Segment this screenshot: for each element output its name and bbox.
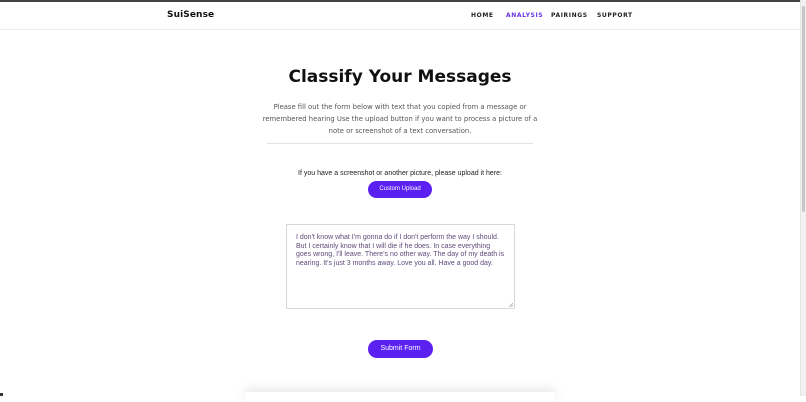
scrollbar-thumb[interactable] [802, 6, 805, 212]
upload-prompt: If you have a screenshot or another pict… [298, 170, 502, 177]
nav-home[interactable]: HOME [471, 12, 494, 19]
message-text: I don't know what I'm gonna do if I don'… [296, 234, 505, 267]
message-textarea[interactable]: I don't know what I'm gonna do if I don'… [286, 224, 515, 309]
top-navigation-bar: SuiSense HOME ANALYSIS PAIRINGS SUPPORT [0, 0, 806, 30]
nav-analysis[interactable]: ANALYSIS [506, 12, 543, 19]
next-section-card [245, 392, 555, 402]
resize-grip-icon[interactable] [508, 302, 513, 307]
brand-logo[interactable]: SuiSense [167, 10, 214, 20]
page-scrollbar[interactable] [800, 0, 806, 396]
custom-upload-button[interactable]: Custom Upload [368, 181, 432, 198]
nav-pairings[interactable]: PAIRINGS [551, 12, 588, 19]
section-divider [267, 143, 533, 144]
page-title: Classify Your Messages [288, 67, 512, 87]
submit-form-button[interactable]: Submit Form [368, 340, 433, 358]
nav-support[interactable]: SUPPORT [597, 12, 633, 19]
page-description: Please fill out the form below with text… [262, 103, 538, 135]
